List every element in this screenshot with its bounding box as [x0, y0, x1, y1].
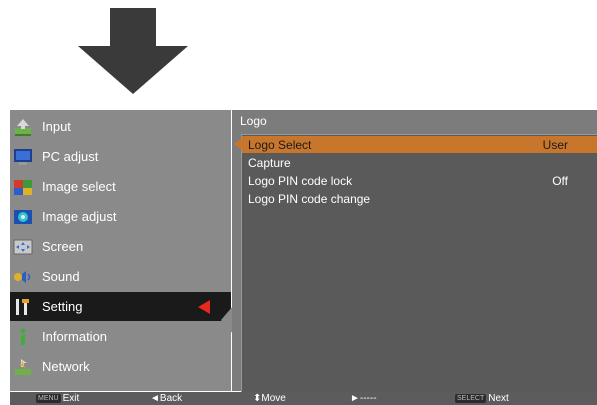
image-adjust-icon	[12, 207, 34, 227]
screen-icon	[12, 237, 34, 257]
next-label: Next	[488, 393, 509, 404]
image-select-icon	[12, 177, 34, 197]
menu-item-label: PC adjust	[42, 149, 99, 164]
menu-item-screen[interactable]: Screen	[10, 232, 231, 261]
menu-item-sound[interactable]: Sound	[10, 262, 231, 291]
back-hint[interactable]: ◄Back	[150, 392, 182, 405]
help-bar: MENU Exit ◄Back ⬍Move ►----- SELECT Next	[10, 392, 597, 405]
submenu-item-label: Logo Select	[248, 137, 312, 152]
menu-item-label: Image adjust	[42, 209, 117, 224]
submenu-item-value: User	[542, 137, 568, 152]
menu-item-setting[interactable]: Setting	[10, 292, 231, 321]
exit-hint[interactable]: MENU Exit	[36, 392, 79, 405]
menu-item-label: Sound	[42, 269, 80, 284]
down-arrow-icon	[78, 8, 188, 94]
menu-item-information[interactable]: Information	[10, 322, 231, 351]
main-menu: Input PC adjust Image select Image adjus…	[10, 110, 231, 391]
move-hint: ⬍Move	[253, 393, 286, 404]
submenu-item-logo-select[interactable]: Logo Select User	[234, 136, 597, 153]
submenu-item-label: Logo PIN code change	[248, 191, 371, 206]
selection-pointer-icon	[198, 300, 210, 314]
menu-item-network[interactable]: Network	[10, 352, 231, 381]
submenu-item-logo-pin-code-lock[interactable]: Logo PIN code lock Off	[242, 172, 597, 189]
select-key-icon: SELECT	[455, 394, 487, 403]
submenu-pointer-icon	[234, 138, 242, 150]
forward-hint: ►-----	[350, 393, 377, 404]
submenu-item-value: Off	[552, 173, 568, 188]
submenu-item-label: Capture	[248, 155, 291, 170]
menu-item-label: Screen	[42, 239, 84, 254]
network-icon	[12, 357, 34, 377]
menu-item-label: Network	[42, 359, 90, 374]
menu-item-label: Setting	[42, 299, 83, 314]
menu-item-input[interactable]: Input	[10, 112, 231, 141]
setting-icon	[12, 297, 34, 317]
submenu-panel: Logo Logo Select User Capture Logo PIN c…	[232, 110, 597, 392]
input-icon	[12, 117, 34, 137]
exit-label: Exit	[62, 393, 80, 404]
menu-item-image-adjust[interactable]: Image adjust	[10, 202, 231, 231]
menu-item-pc-adjust[interactable]: PC adjust	[10, 142, 231, 171]
next-hint[interactable]: SELECT Next	[455, 392, 509, 405]
menu-item-label: Image select	[42, 179, 116, 194]
menu-item-label: Information	[42, 329, 108, 344]
menu-item-image-select[interactable]: Image select	[10, 172, 231, 201]
menu-item-label: Input	[42, 119, 71, 134]
pc-adjust-icon	[12, 147, 34, 167]
sound-icon	[12, 267, 34, 287]
submenu-list: Logo Select User Capture Logo PIN code l…	[234, 134, 597, 392]
information-icon	[12, 327, 34, 347]
menu-key-icon: MENU	[36, 394, 61, 403]
submenu-item-capture[interactable]: Capture	[242, 154, 597, 171]
submenu-item-logo-pin-code-change[interactable]: Logo PIN code change	[242, 190, 597, 207]
submenu-item-label: Logo PIN code lock	[248, 173, 353, 188]
submenu-title: Logo	[240, 114, 267, 128]
